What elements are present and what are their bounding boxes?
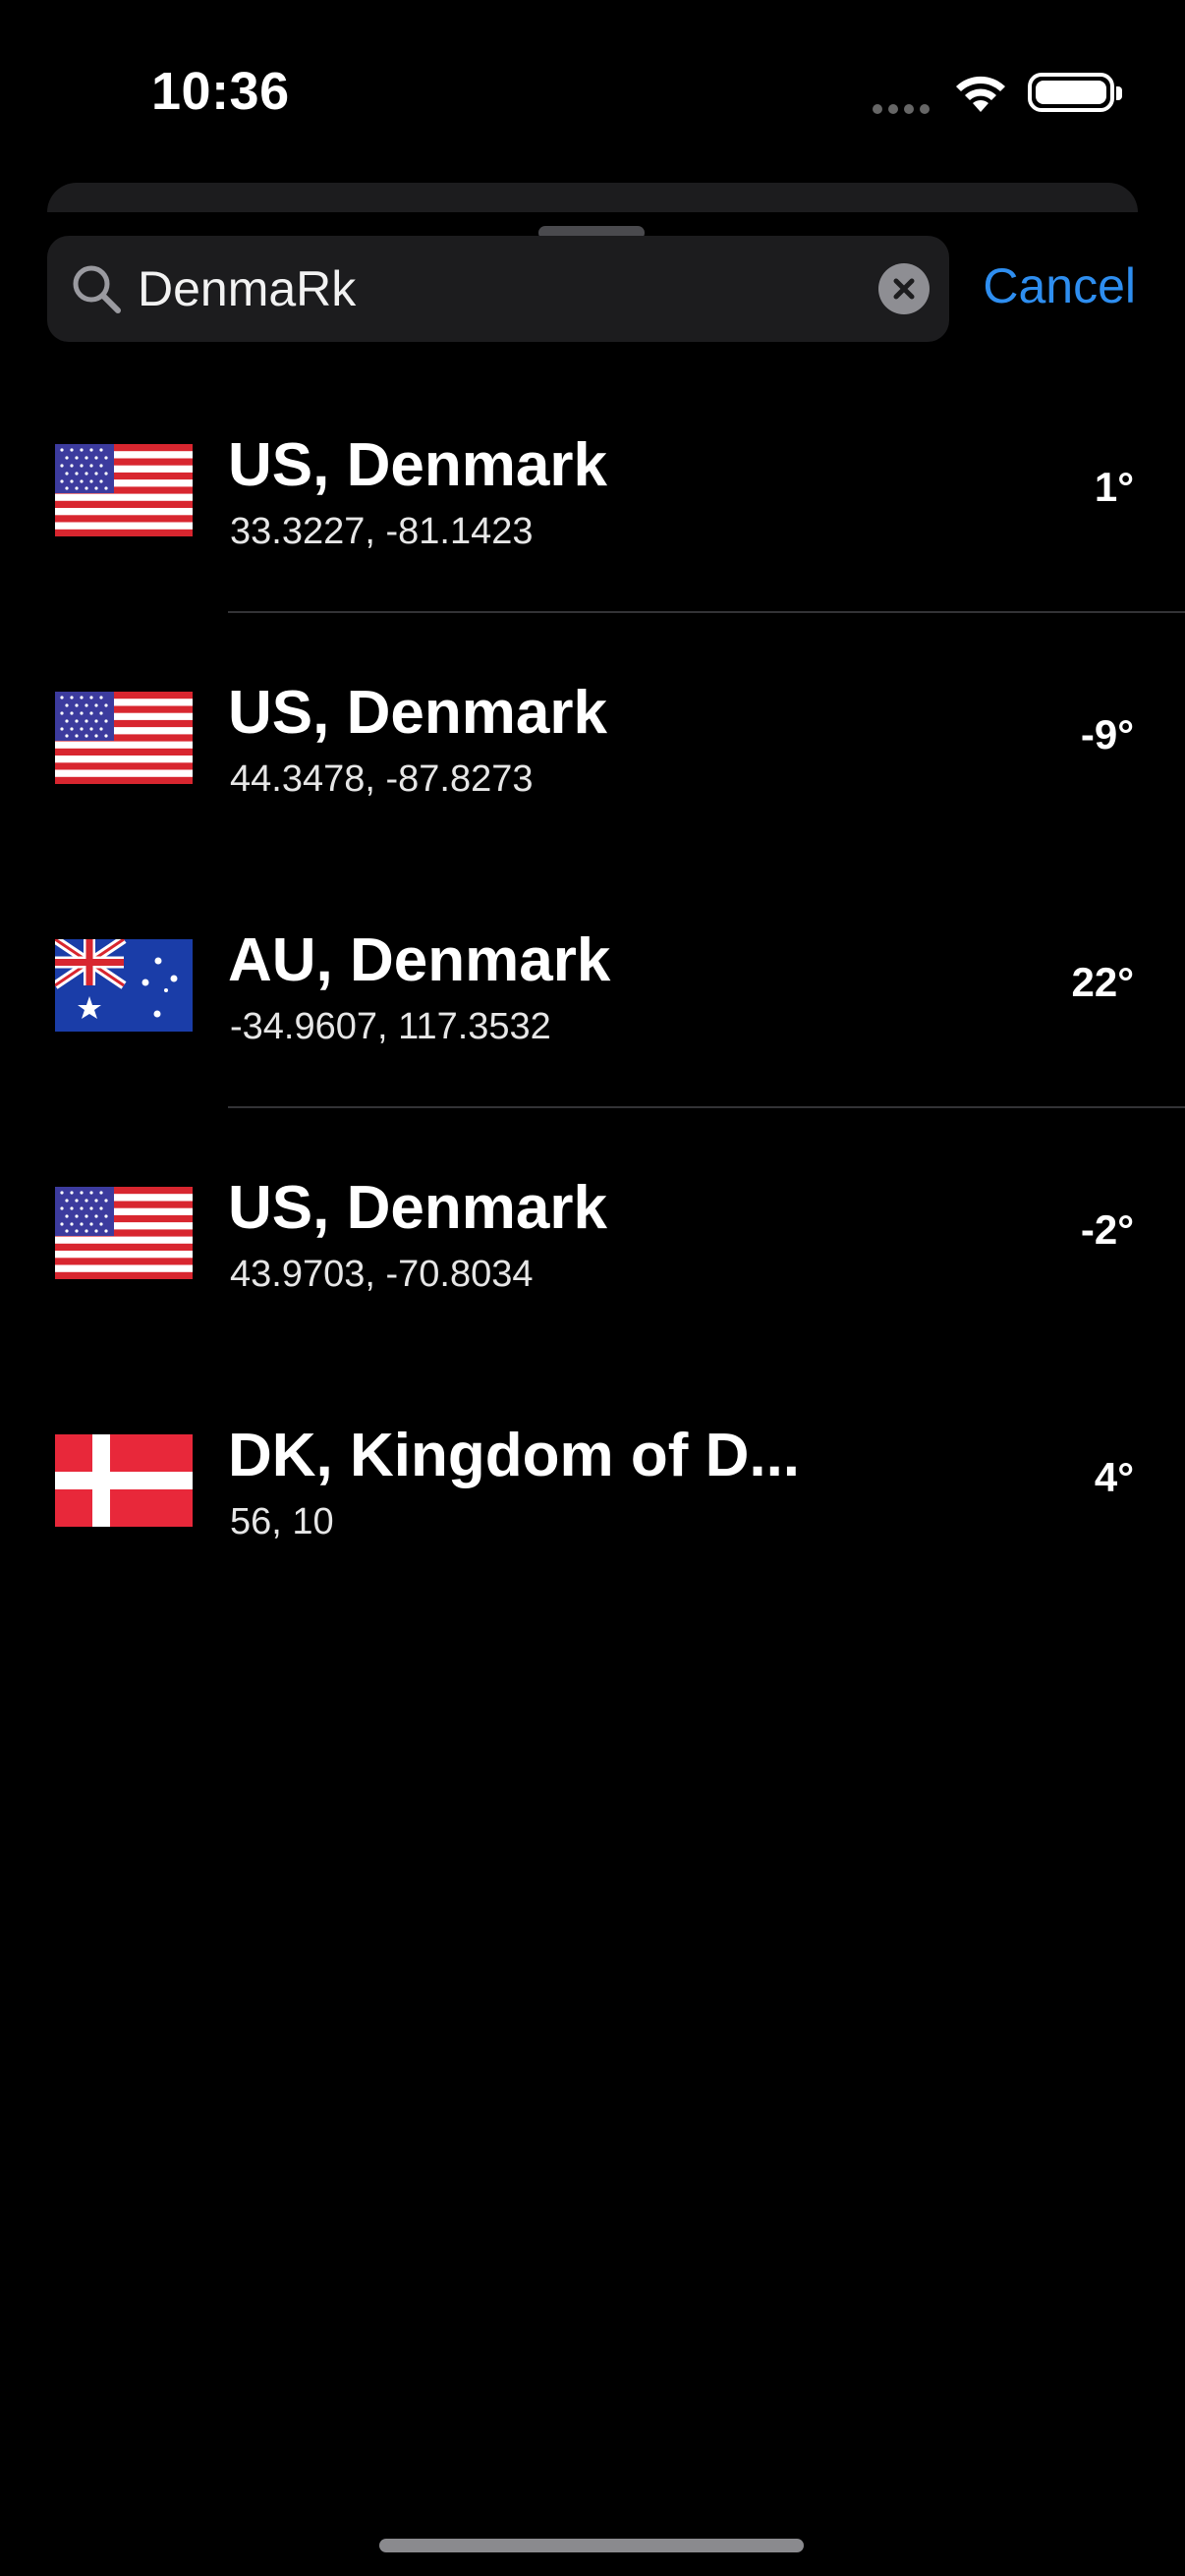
result-temperature: 4° xyxy=(1094,1454,1134,1500)
result-row[interactable]: US, Denmark 44.3478, -87.8273 -9° xyxy=(0,635,1185,882)
cancel-button[interactable]: Cancel xyxy=(983,257,1136,314)
au-flag-icon xyxy=(55,939,193,1032)
result-temperature: 22° xyxy=(1071,959,1134,1005)
wifi-icon xyxy=(956,76,1005,112)
result-temperature: -2° xyxy=(1080,1206,1134,1253)
result-row[interactable]: US, Denmark 33.3227, -81.1423 1° xyxy=(0,387,1185,635)
result-name: US, Denmark xyxy=(228,679,607,747)
result-name: DK, Kingdom of D... xyxy=(228,1422,801,1489)
cellular-signal-icon xyxy=(873,104,931,118)
us-flag-icon xyxy=(55,692,193,784)
result-temperature: -9° xyxy=(1080,711,1134,757)
sheet-background xyxy=(47,183,1138,212)
clear-search-button[interactable] xyxy=(878,263,930,314)
result-name: US, Denmark xyxy=(228,1174,607,1242)
result-coordinates: 44.3478, -87.8273 xyxy=(230,758,534,800)
status-time: 10:36 xyxy=(151,62,290,121)
dk-flag-icon xyxy=(55,1434,193,1527)
result-row[interactable]: US, Denmark 43.9703, -70.8034 -2° xyxy=(0,1130,1185,1377)
result-row[interactable]: DK, Kingdom of D... 56, 10 4° xyxy=(0,1377,1185,1625)
result-coordinates: 43.9703, -70.8034 xyxy=(230,1254,534,1295)
search-input[interactable] xyxy=(138,255,904,322)
us-flag-icon xyxy=(55,1187,193,1279)
result-temperature: 1° xyxy=(1094,464,1134,510)
search-field[interactable] xyxy=(47,236,949,342)
result-coordinates: -34.9607, 117.3532 xyxy=(230,1006,551,1047)
result-row[interactable]: AU, Denmark -34.9607, 117.3532 22° xyxy=(0,882,1185,1130)
us-flag-icon xyxy=(55,444,193,536)
status-icons xyxy=(851,69,1185,118)
search-icon xyxy=(73,265,121,313)
result-name: US, Denmark xyxy=(228,431,607,499)
result-coordinates: 33.3227, -81.1423 xyxy=(230,511,534,552)
result-name: AU, Denmark xyxy=(228,926,611,994)
result-coordinates: 56, 10 xyxy=(230,1501,334,1542)
home-indicator[interactable] xyxy=(379,2539,804,2552)
row-separator xyxy=(228,1106,1185,1108)
battery-icon xyxy=(1028,73,1122,112)
close-icon xyxy=(893,278,915,300)
row-separator xyxy=(228,611,1185,613)
